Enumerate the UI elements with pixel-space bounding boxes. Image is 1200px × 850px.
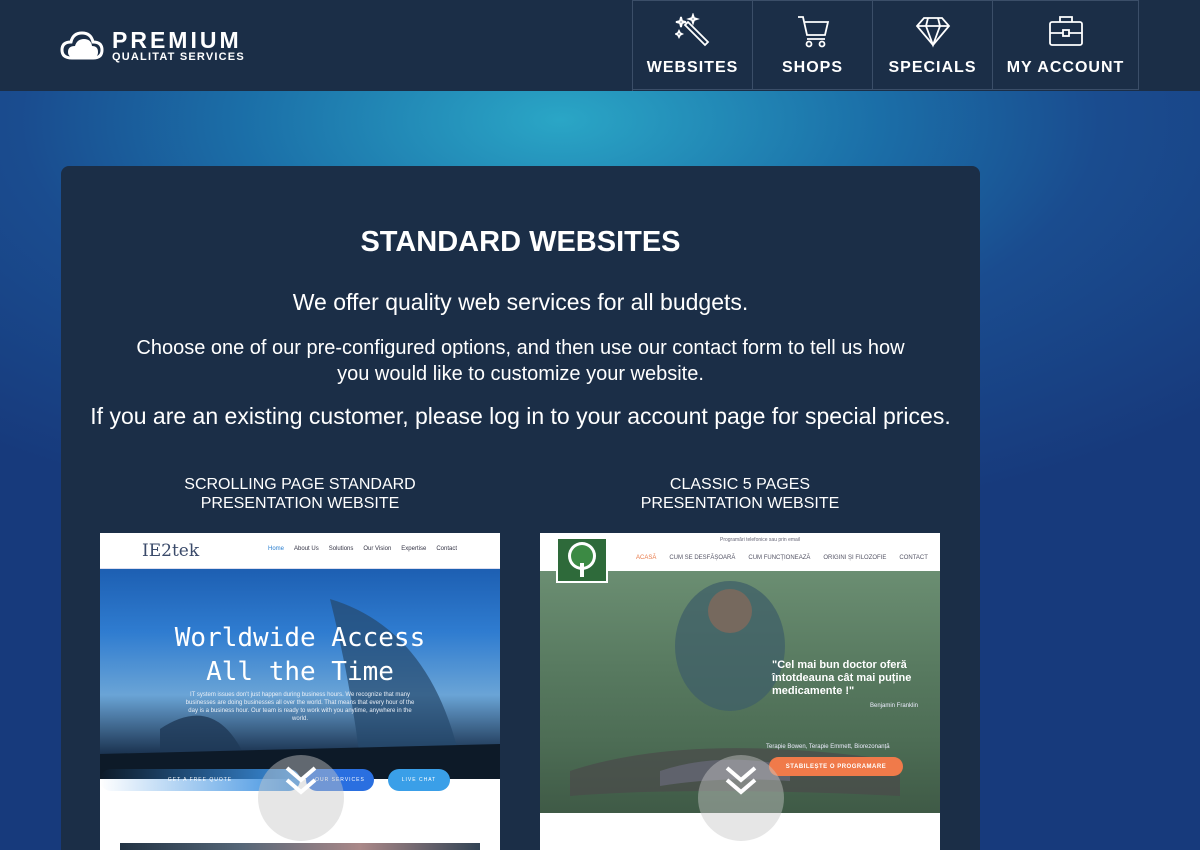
nav-websites-label: WEBSITES (646, 59, 739, 76)
page-title: STANDARD WEBSITES (360, 226, 681, 258)
cloud-icon (60, 31, 104, 60)
preview-nav: IE2tek Home About Us Solutions Our Visio… (100, 533, 500, 569)
briefcase-icon (1048, 16, 1083, 46)
website-preview-classic[interactable]: "Cel mai bun doctor oferă întotdeauna câ… (540, 533, 940, 850)
diamond-icon (915, 17, 950, 48)
preview-image-strip (120, 843, 480, 850)
scroll-down-button[interactable] (698, 755, 784, 841)
preview-logo (556, 537, 608, 583)
instructions-text: Choose one of our pre-configured options… (136, 337, 905, 385)
top-header: PREMIUM QUALITAT SERVICES WEBSITES SHOPS (0, 0, 1200, 91)
preview-top-info: Programări telefonice sau prin email (720, 537, 801, 543)
preview-headline: Worldwide Access All the Time (174, 623, 426, 687)
preview-body: IT system issues don't just happen durin… (185, 692, 415, 722)
existing-customer-text: If you are an existing customer, please … (90, 403, 951, 429)
content-panel: STANDARD WEBSITES We offer quality web s… (61, 166, 980, 850)
card-title-line2: PRESENTATION WEBSITE (640, 495, 840, 512)
preview-logo: IE2tek (142, 541, 200, 561)
card-title-line2: PRESENTATION WEBSITE (200, 495, 400, 512)
preview-btn-chat: LIVE CHAT (388, 769, 450, 791)
preview-hero: Worldwide Access All the Time IT system … (100, 569, 500, 779)
preview-links: Home About Us Solutions Our Vision Exper… (268, 546, 457, 552)
magic-wand-icon (674, 13, 709, 47)
preview-quote: "Cel mai bun doctor oferă întotdeauna câ… (772, 659, 912, 697)
website-preview-scrolling[interactable]: Worldwide Access All the Time IT system … (100, 533, 500, 850)
nav-shops-label: SHOPS (781, 59, 843, 76)
preview-subtitle: Terapie Bowen, Terapie Emmett, Biorezona… (766, 744, 890, 750)
nav-shops[interactable]: SHOPS (753, 0, 873, 90)
cart-icon (797, 16, 829, 48)
nav-websites[interactable]: WEBSITES (633, 0, 753, 90)
scroll-down-button[interactable] (258, 755, 344, 841)
main-nav: WEBSITES SHOPS SPECIALS MY ACCOUNT (632, 0, 1139, 91)
card-title-scrolling[interactable]: SCROLLING PAGE STANDARD PRESENTATION WEB… (100, 475, 500, 513)
logo-subtitle: QUALITAT SERVICES (112, 51, 245, 63)
logo-title: PREMIUM (112, 27, 242, 53)
preview-appointment-btn: STABILEȘTE O PROGRAMARE (769, 757, 903, 776)
brand-logo[interactable]: PREMIUM QUALITAT SERVICES (60, 27, 245, 63)
card-title-line1: CLASSIC 5 PAGES (669, 476, 811, 493)
card-title-line1: SCROLLING PAGE STANDARD (184, 476, 416, 493)
preview-author: Benjamin Franklin (870, 703, 919, 709)
chevron-down-icon (725, 766, 757, 795)
card-title-classic[interactable]: CLASSIC 5 PAGES PRESENTATION WEBSITE (540, 475, 940, 513)
intro-text: We offer quality web services for all bu… (292, 289, 749, 315)
nav-specials[interactable]: SPECIALS (873, 0, 993, 90)
nav-specials-label: SPECIALS (888, 59, 977, 76)
nav-my-account[interactable]: MY ACCOUNT (993, 0, 1139, 90)
nav-my-account-label: MY ACCOUNT (1006, 59, 1125, 76)
tree-icon (568, 542, 596, 577)
preview-links: ACASĂ CUM SE DESFĂȘOARĂ CUM FUNCȚIONEAZĂ… (636, 555, 928, 561)
chevron-down-icon (285, 766, 317, 795)
